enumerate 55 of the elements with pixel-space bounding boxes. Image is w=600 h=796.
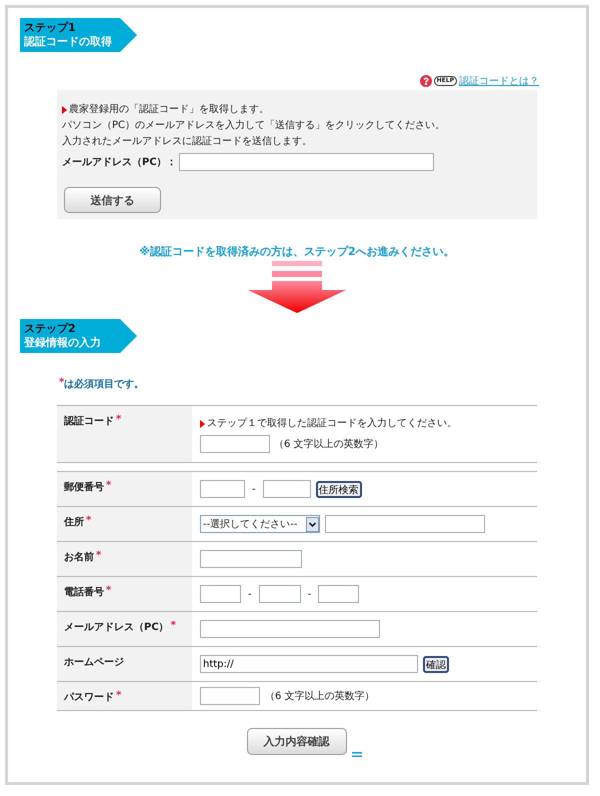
input-field[interactable] — [200, 480, 245, 498]
input-field[interactable] — [318, 585, 360, 603]
select-dropdown[interactable]: --選択してください-- — [200, 515, 320, 533]
required-mark: * — [116, 690, 122, 701]
notice-text: ※認証コードを取得済みの方は、ステップ2へお進みください。 — [138, 245, 456, 259]
email-label: メールアドレス（PC）： — [62, 156, 177, 169]
required-mark: * — [106, 480, 112, 491]
required-mark: * — [116, 414, 122, 425]
search-address-button[interactable]: 住所検索 — [316, 480, 362, 498]
required-mark: * — [59, 377, 64, 390]
instruction-text: 入力されたメールアドレスに認証コードを送信します。 — [62, 134, 312, 149]
field-label: 電話番号 — [64, 586, 104, 599]
input-field[interactable] — [200, 550, 302, 568]
input-field[interactable] — [200, 687, 260, 705]
separator: - — [251, 484, 257, 494]
required-mark: * — [96, 550, 102, 561]
bullet-icon — [200, 420, 205, 428]
step-label: ステップ1 — [24, 21, 77, 35]
input-field[interactable] — [325, 515, 485, 533]
down-arrow-icon — [248, 261, 346, 313]
step-title: 認証コードの取得 — [24, 35, 113, 49]
field-label: 認証コード — [64, 414, 114, 428]
required-mark: * — [86, 515, 92, 526]
field-label: 住所 — [64, 516, 84, 529]
input-field[interactable] — [262, 480, 311, 498]
step-title: 登録情報の入力 — [24, 336, 102, 350]
input-field[interactable]: http:// — [200, 655, 418, 673]
required-note: は必須項目です。 — [64, 378, 144, 391]
instruction-text: パソコン（PC）のメールアドレスを入力して「送信する」をクリックしてください。 — [62, 118, 446, 133]
input-field[interactable] — [258, 585, 301, 603]
hint-text: （6 文字以上の英数字） — [274, 438, 384, 450]
hint-text: （6 文字以上の英数字） — [265, 690, 375, 703]
instruction-text: 農家登録用の「認証コード」を取得します。 — [69, 102, 269, 117]
input-field[interactable] — [200, 434, 270, 452]
required-mark: * — [106, 585, 112, 596]
required-mark: * — [170, 620, 176, 631]
field-label: ホームページ — [64, 656, 124, 669]
help-icon — [420, 75, 432, 87]
send-button[interactable]: 送信する — [64, 187, 161, 213]
separator: - — [247, 588, 253, 600]
field-label: メールアドレス（PC） — [64, 621, 169, 634]
separator: - — [306, 588, 312, 600]
field-label: お名前 — [64, 550, 94, 564]
confirm-button[interactable]: 入力内容確認 — [246, 728, 346, 755]
check-button[interactable]: 確認 — [423, 656, 449, 672]
input-field[interactable] — [178, 153, 434, 171]
equals-icon — [352, 752, 362, 757]
caret-icon — [306, 516, 319, 532]
step-label: ステップ2 — [24, 322, 77, 336]
input-field[interactable] — [200, 620, 380, 638]
field-label: 郵便番号 — [64, 480, 104, 494]
input-field[interactable] — [200, 585, 241, 603]
field-label: パスワード — [64, 691, 114, 704]
bullet-icon — [62, 106, 67, 114]
instruction-text: ステップ１で取得した認証コードを入力してください。 — [207, 416, 457, 430]
